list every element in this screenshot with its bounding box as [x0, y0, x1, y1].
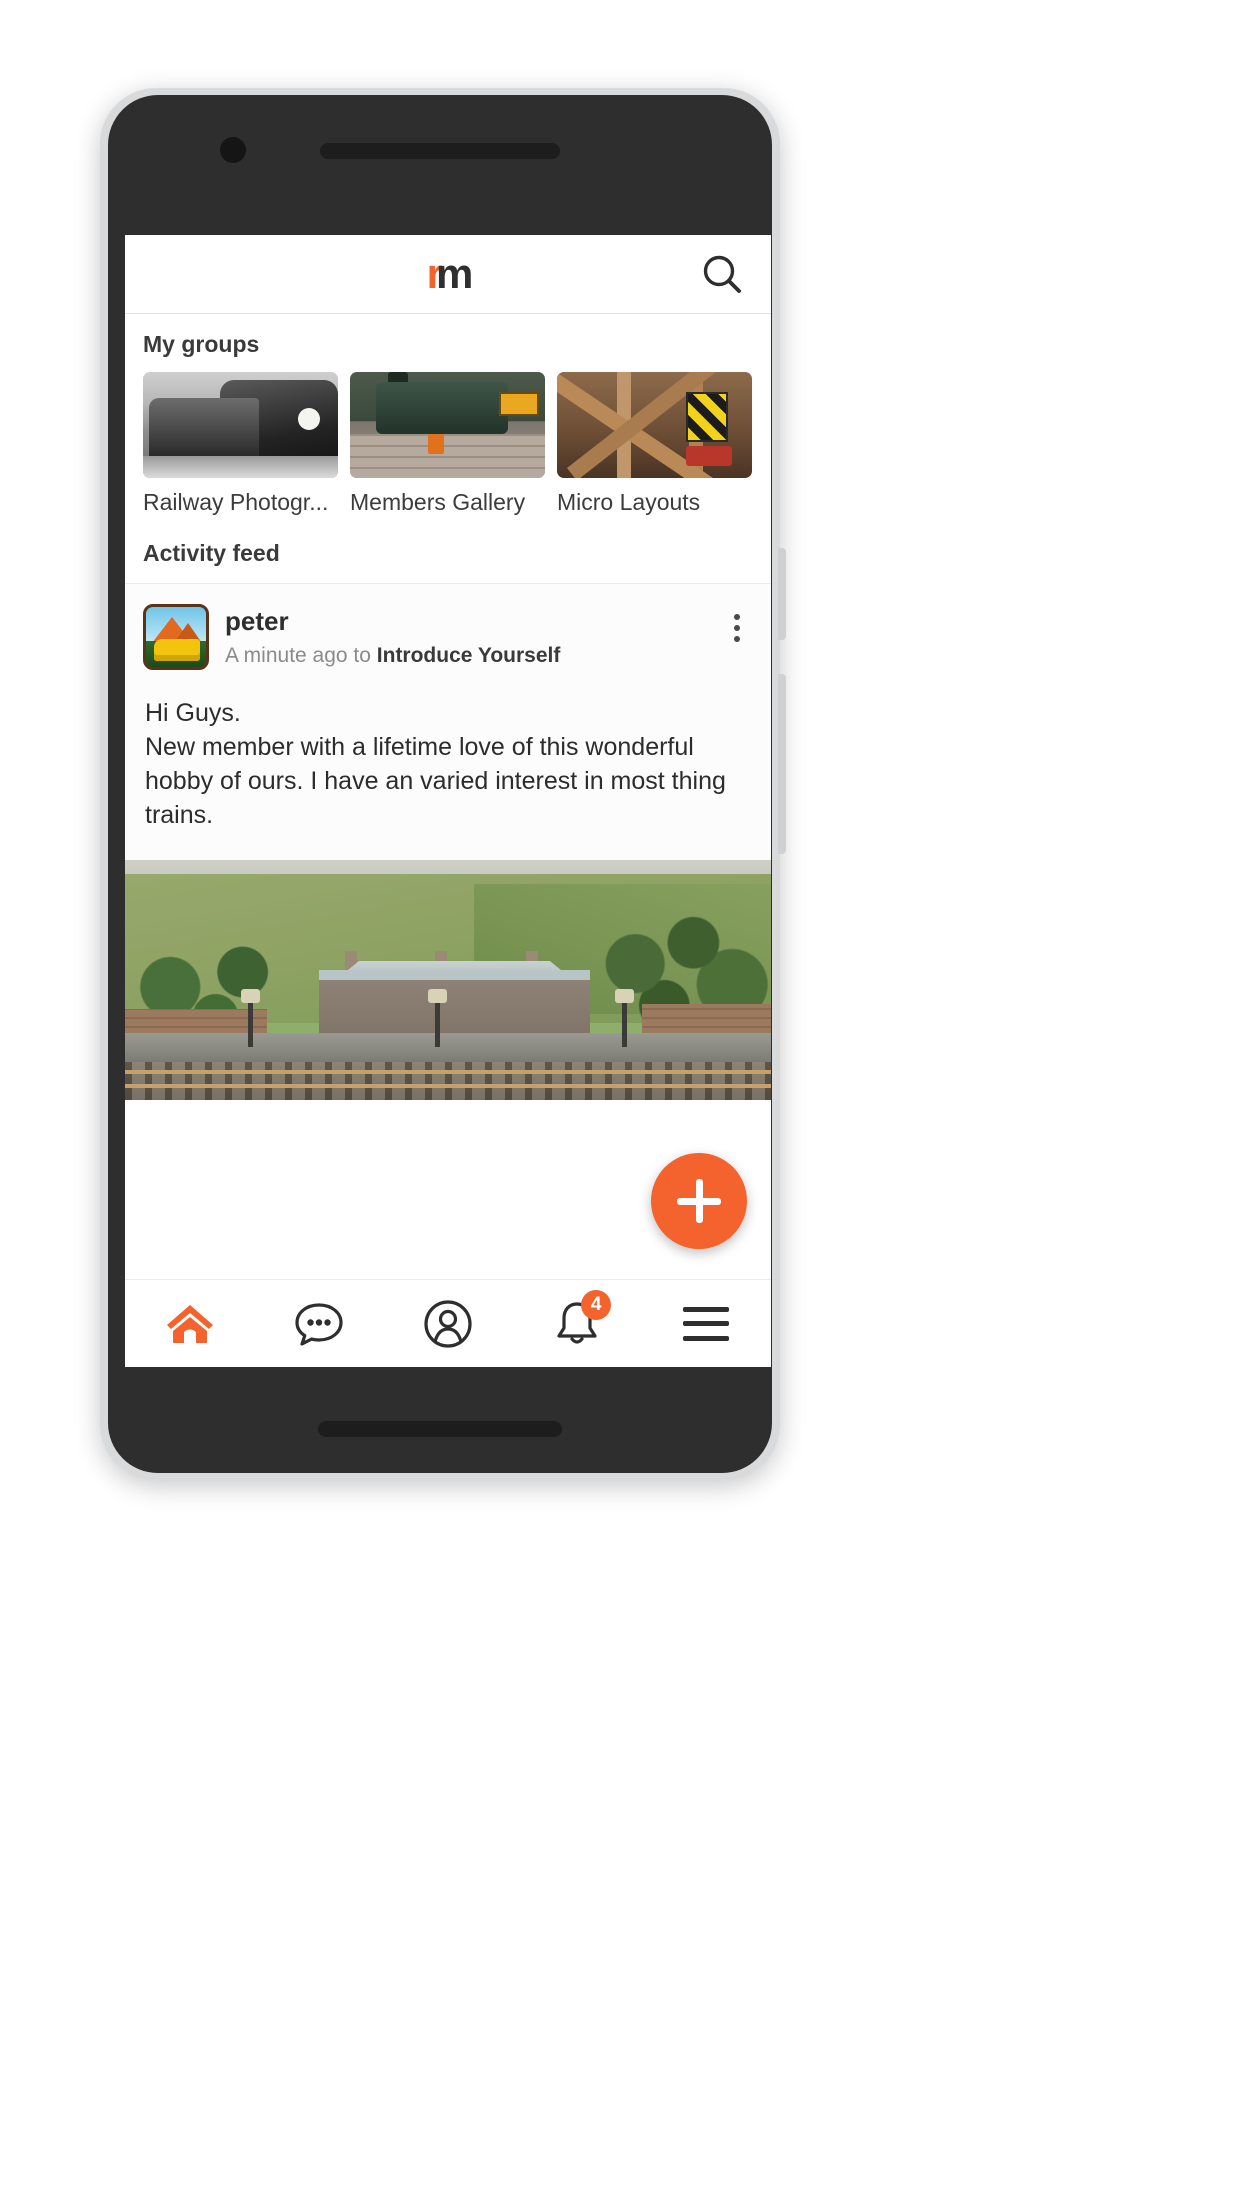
nav-item-notifications[interactable]: 4: [533, 1280, 621, 1368]
home-icon: [166, 1304, 213, 1343]
phone-mockup: rm My groups Railway Photogr... Members …: [100, 88, 786, 1480]
railway-photography-thumb: [143, 372, 338, 478]
group-card-members-gallery[interactable]: Members Gallery: [350, 372, 545, 516]
chat-bubble-icon: [295, 1302, 343, 1346]
post-meta: peter A minute ago to Introduce Yourself: [225, 604, 560, 668]
members-gallery-thumb: [350, 372, 545, 478]
screenshot-stage: rm My groups Railway Photogr... Members …: [0, 0, 1242, 2208]
phone-body: rm My groups Railway Photogr... Members …: [108, 95, 772, 1473]
front-camera: [220, 137, 246, 163]
group-label: Railway Photogr...: [143, 489, 329, 515]
post-subtitle: A minute ago to Introduce Yourself: [225, 644, 560, 668]
group-label: Members Gallery: [350, 489, 526, 515]
avatar[interactable]: [143, 604, 209, 670]
app-header: rm: [125, 235, 771, 314]
micro-layouts-thumb: [557, 372, 752, 478]
volume-button[interactable]: [778, 548, 786, 640]
my-groups-title: My groups: [143, 331, 260, 357]
activity-feed-title: Activity feed: [143, 540, 280, 566]
app-logo[interactable]: rm: [427, 250, 474, 297]
group-label: Micro Layouts: [557, 489, 701, 515]
earpiece-speaker: [320, 143, 560, 159]
app-screen: rm My groups Railway Photogr... Members …: [125, 235, 771, 1367]
nav-item-profile[interactable]: [404, 1280, 492, 1368]
nav-item-menu[interactable]: [662, 1280, 750, 1368]
hamburger-menu-icon: [683, 1306, 730, 1341]
post-timestamp: A minute ago to: [225, 644, 377, 667]
bottom-navigation: 4: [125, 1279, 771, 1367]
group-card-micro-layouts[interactable]: Micro Layouts: [557, 372, 752, 516]
logo-letter-m: m: [436, 250, 473, 297]
my-groups-row: Railway Photogr... Members Gallery Micro…: [125, 358, 771, 516]
group-card-railway-photography[interactable]: Railway Photogr...: [143, 372, 338, 516]
user-circle-icon: [424, 1299, 472, 1348]
search-icon[interactable]: [695, 247, 749, 301]
post-group-link[interactable]: Introduce Yourself: [377, 644, 561, 667]
home-indicator-bar: [318, 1421, 562, 1437]
power-button[interactable]: [778, 674, 786, 854]
nav-item-messages[interactable]: [275, 1280, 363, 1368]
more-vertical-icon[interactable]: [717, 604, 757, 652]
feed-post: peter A minute ago to Introduce Yourself…: [125, 583, 771, 1100]
post-header: peter A minute ago to Introduce Yourself: [125, 584, 771, 670]
post-body: Hi Guys. New member with a lifetime love…: [145, 699, 726, 829]
post-author[interactable]: peter: [225, 606, 560, 637]
nav-item-home[interactable]: [146, 1280, 234, 1368]
create-post-fab[interactable]: [651, 1153, 747, 1249]
post-photo[interactable]: [125, 860, 771, 1100]
notification-badge: 4: [581, 1289, 612, 1320]
